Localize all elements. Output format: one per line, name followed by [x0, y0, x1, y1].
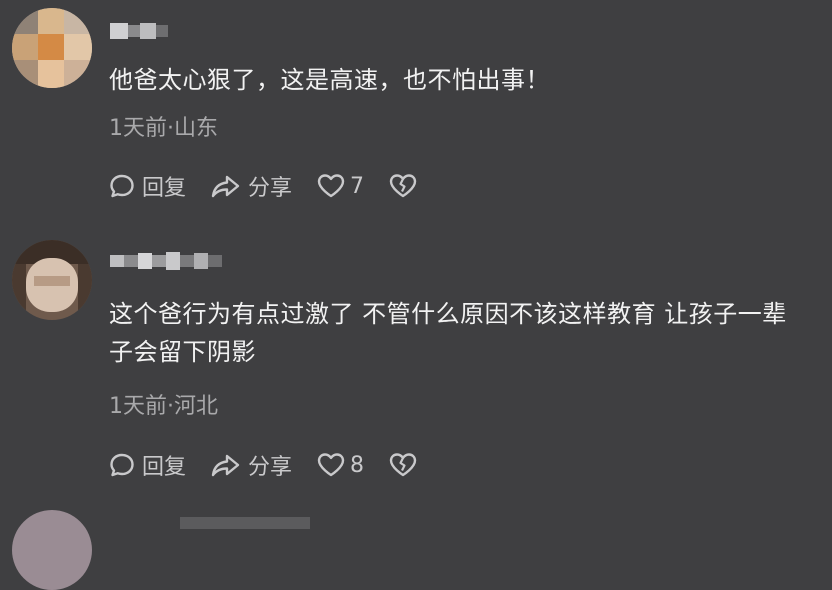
username-obscured[interactable] [110, 14, 168, 48]
like-count: 8 [350, 452, 365, 478]
broken-heart-icon [388, 451, 418, 479]
like-button[interactable]: 7 [316, 172, 364, 200]
avatar[interactable] [12, 8, 92, 88]
reply-label: 回复 [142, 176, 187, 201]
like-count: 7 [350, 173, 365, 199]
avatar[interactable] [12, 240, 92, 320]
like-button[interactable]: 8 [316, 451, 364, 479]
comment-text: 这个爸行为有点过激了 不管什么原因不该这样教育 让孩子一辈子会留下阴影 [109, 300, 787, 366]
comment-actions: 回复 分享 8 [108, 449, 418, 481]
share-button[interactable]: 分享 [210, 170, 292, 202]
share-arrow-icon [210, 172, 242, 200]
reply-label: 回复 [142, 455, 187, 480]
comment-bubble-icon [108, 172, 136, 200]
reply-button[interactable]: 回复 [108, 170, 186, 202]
comment-actions: 回复 分享 7 [108, 170, 418, 202]
comment-meta: 1天前·河北 [109, 394, 218, 419]
broken-heart-icon [388, 172, 418, 200]
comment-text: 他爸太心狠了，这是高速，也不怕出事！ [109, 66, 550, 94]
dislike-button[interactable] [388, 451, 418, 479]
comment-bubble-icon [108, 451, 136, 479]
comment-meta: 1天前·山东 [109, 116, 218, 141]
username-obscured[interactable] [180, 517, 310, 529]
share-label: 分享 [248, 455, 293, 480]
avatar[interactable] [12, 510, 92, 590]
heart-icon [316, 172, 346, 200]
reply-button[interactable]: 回复 [108, 449, 186, 481]
share-label: 分享 [248, 176, 293, 201]
share-button[interactable]: 分享 [210, 449, 292, 481]
username-obscured[interactable] [110, 244, 222, 278]
share-arrow-icon [210, 451, 242, 479]
heart-icon [316, 451, 346, 479]
dislike-button[interactable] [388, 172, 418, 200]
